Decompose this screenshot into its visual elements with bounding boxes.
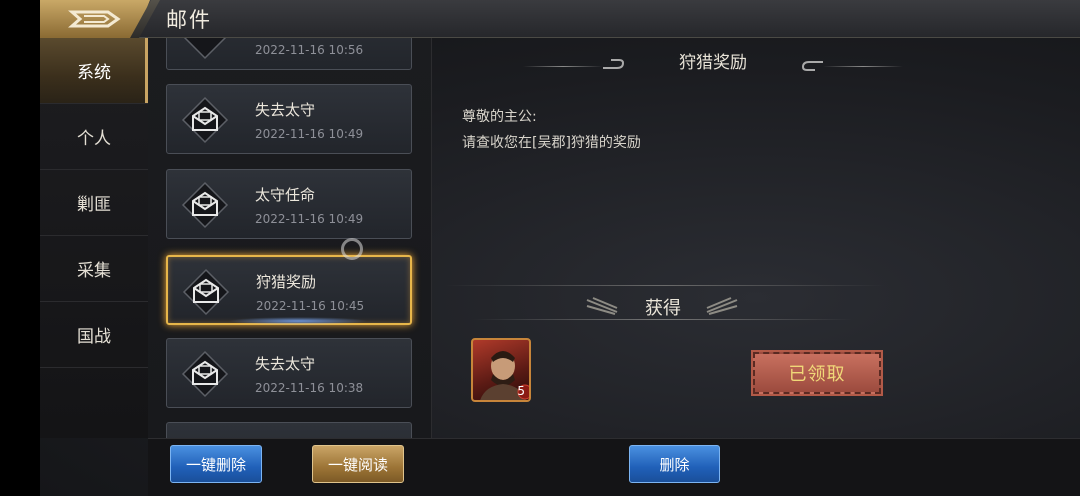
mail-item-selected[interactable]: 狩猎奖励 2022-11-16 10:45 <box>166 255 412 325</box>
bottom-action-bar <box>148 438 1080 496</box>
mail-item[interactable]: 2022-11-16 10:56 <box>166 38 412 70</box>
mail-body: 请查收您在[吴郡]狩猎的奖励 <box>462 135 641 151</box>
mail-title: 失去太守 <box>255 355 316 373</box>
mail-item[interactable]: 太守任命 2022-11-16 10:49 <box>166 169 412 239</box>
sidebar-item-national-war[interactable]: 国战 <box>40 302 148 368</box>
section-divider <box>445 285 885 286</box>
game-mail-screen: 邮件 系统 个人 剿匪 采集 国战 2022-11-16 10:56 失去太守 … <box>0 0 1080 496</box>
mail-date: 2022-11-16 10:49 <box>255 127 364 141</box>
mail-date: 2022-11-16 10:38 <box>255 381 364 395</box>
page-title: 邮件 <box>166 8 212 32</box>
mail-heading: 狩猎奖励 <box>523 44 903 74</box>
sidebar-item-gather[interactable]: 采集 <box>40 236 148 302</box>
reward-count: 5 <box>517 384 525 398</box>
mail-title: 失去太守 <box>255 101 316 119</box>
mail-greeting: 尊敬的主公: <box>462 109 537 125</box>
delete-all-button[interactable]: 一键删除 <box>170 445 262 483</box>
scroll-ornament-right-icon <box>801 61 823 71</box>
mail-item[interactable]: 失去太守 2022-11-16 10:38 <box>166 338 412 408</box>
sidebar-item-label: 采集 <box>77 261 111 281</box>
mail-envelope-icon <box>183 38 227 60</box>
sidebar-item-label: 个人 <box>77 129 111 149</box>
mail-date: 2022-11-16 10:56 <box>255 43 364 57</box>
back-arrow-icon <box>68 10 121 28</box>
title-ornament-line <box>823 66 903 67</box>
mail-envelope-icon <box>181 181 229 229</box>
mail-item[interactable]: 失去太守 2022-11-16 10:49 <box>166 84 412 154</box>
sidebar-item-personal[interactable]: 个人 <box>40 104 148 170</box>
left-edge <box>0 0 40 496</box>
mail-date: 2022-11-16 10:45 <box>256 299 365 313</box>
sidebar-item-system[interactable]: 系统 <box>40 38 148 104</box>
button-label: 删除 <box>659 455 690 474</box>
mail-envelope-icon <box>181 350 229 398</box>
obtain-divider <box>473 319 853 320</box>
touch-indicator-icon <box>341 238 363 260</box>
mail-list[interactable]: 2022-11-16 10:56 失去太守 2022-11-16 10:49 太… <box>148 38 432 438</box>
wing-ornament-right-icon <box>706 297 738 315</box>
delete-button[interactable]: 删除 <box>629 445 720 483</box>
sidebar-item-bandit[interactable]: 剿匪 <box>40 170 148 236</box>
claimed-stamp: 已领取 <box>753 352 881 394</box>
mail-date: 2022-11-16 10:49 <box>255 212 364 226</box>
button-label: 一键删除 <box>185 455 246 474</box>
sidebar-item-label: 剿匪 <box>77 195 111 215</box>
sidebar-item-label: 系统 <box>77 63 111 83</box>
sidebar-item-label: 国战 <box>77 327 111 347</box>
mail-title: 狩猎奖励 <box>256 273 317 291</box>
mail-content-panel: 狩猎奖励 尊敬的主公: 请查收您在[吴郡]狩猎的奖励 获得 5 已领取 <box>433 38 1080 438</box>
mail-envelope-icon <box>182 268 230 316</box>
button-label: 一键阅读 <box>327 455 388 474</box>
mail-title: 太守任命 <box>255 186 316 204</box>
mail-envelope-icon <box>181 96 229 144</box>
obtain-heading: 获得 <box>583 290 743 322</box>
reward-item-general-card[interactable]: 5 <box>471 338 531 402</box>
mail-title-text: 狩猎奖励 <box>679 53 747 73</box>
read-all-button[interactable]: 一键阅读 <box>312 445 404 483</box>
mail-category-sidebar: 系统 个人 剿匪 采集 国战 <box>40 38 148 438</box>
mail-item[interactable] <box>166 422 412 438</box>
